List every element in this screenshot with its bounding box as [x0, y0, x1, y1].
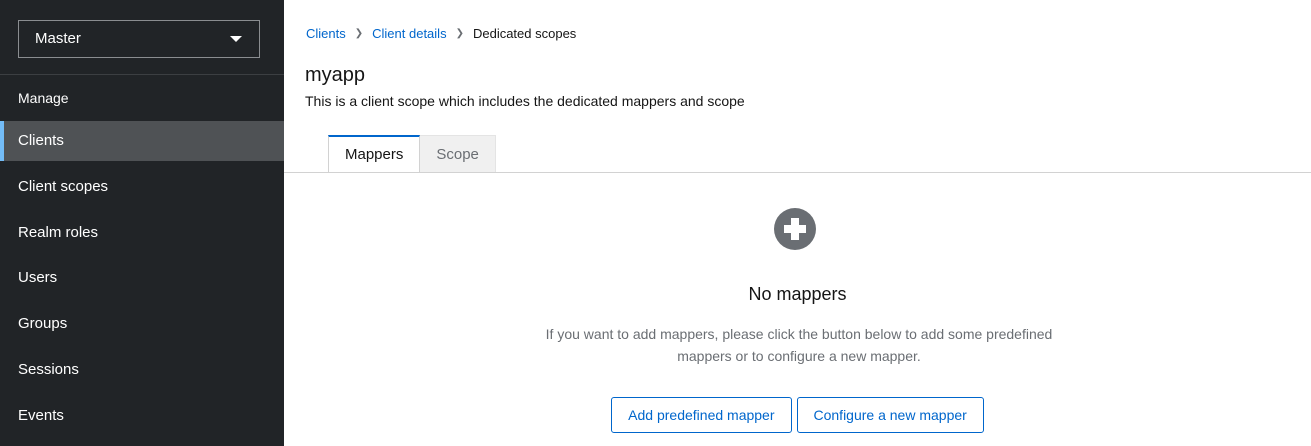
sidebar-item-label: Realm roles [18, 224, 99, 241]
empty-state-body-line: mappers or to configure a new mapper. [677, 348, 921, 364]
empty-state-actions: Add predefined mapper Configure a new ma… [284, 397, 1311, 433]
sidebar-item-users[interactable]: Users [0, 258, 284, 298]
realm-selector-label: Master [35, 30, 81, 47]
realm-selector[interactable]: Master [18, 20, 260, 58]
page-description: This is a client scope which includes th… [305, 93, 745, 109]
sidebar-item-groups[interactable]: Groups [0, 304, 284, 344]
sidebar-item-realm-roles[interactable]: Realm roles [0, 213, 284, 253]
page-title: myapp [305, 64, 366, 86]
empty-state-body-line: If you want to add mappers, please click… [545, 326, 1053, 342]
breadcrumb: Clients ❯ Client details ❯ Dedicated sco… [306, 25, 576, 43]
sidebar-item-events[interactable]: Events [0, 396, 284, 436]
chevron-right-icon: ❯ [455, 28, 464, 39]
chevron-right-icon: ❯ [354, 28, 364, 39]
main-content: Clients ❯ Client details ❯ Dedicated sco… [284, 0, 1311, 446]
empty-state-title: No mappers [748, 284, 847, 304]
breadcrumb-clients-link[interactable]: Clients [306, 25, 346, 43]
sidebar-item-clients[interactable]: Clients [0, 121, 284, 161]
sidebar: Master Manage Clients Client scopes Real… [0, 0, 284, 446]
plus-circle-icon [774, 208, 816, 250]
caret-down-icon [230, 36, 242, 42]
sidebar-item-label: Groups [18, 315, 68, 332]
breadcrumb-current: Dedicated scopes [472, 26, 577, 41]
sidebar-item-label: Clients [18, 132, 64, 149]
nav-section-manage: Manage [18, 90, 69, 106]
add-predefined-mapper-button[interactable]: Add predefined mapper [611, 397, 792, 433]
sidebar-item-label: Sessions [18, 361, 79, 378]
breadcrumb-client-details-link[interactable]: Client details [372, 25, 446, 43]
tab-mappers[interactable]: Mappers [328, 135, 421, 173]
tabs: Mappers Scope [328, 135, 496, 173]
tab-scope[interactable]: Scope [420, 135, 496, 173]
sidebar-item-label: Events [18, 407, 64, 424]
tabs-divider [284, 172, 1311, 173]
sidebar-item-sessions[interactable]: Sessions [0, 350, 284, 390]
sidebar-divider [0, 74, 284, 75]
tab-label: Mappers [345, 146, 404, 163]
sidebar-item-client-scopes[interactable]: Client scopes [0, 167, 284, 207]
tab-label: Scope [436, 146, 479, 163]
configure-new-mapper-button[interactable]: Configure a new mapper [796, 397, 984, 433]
empty-state-body: If you want to add mappers, please click… [514, 323, 1084, 367]
sidebar-item-label: Client scopes [18, 178, 109, 195]
sidebar-item-label: Users [18, 269, 58, 286]
